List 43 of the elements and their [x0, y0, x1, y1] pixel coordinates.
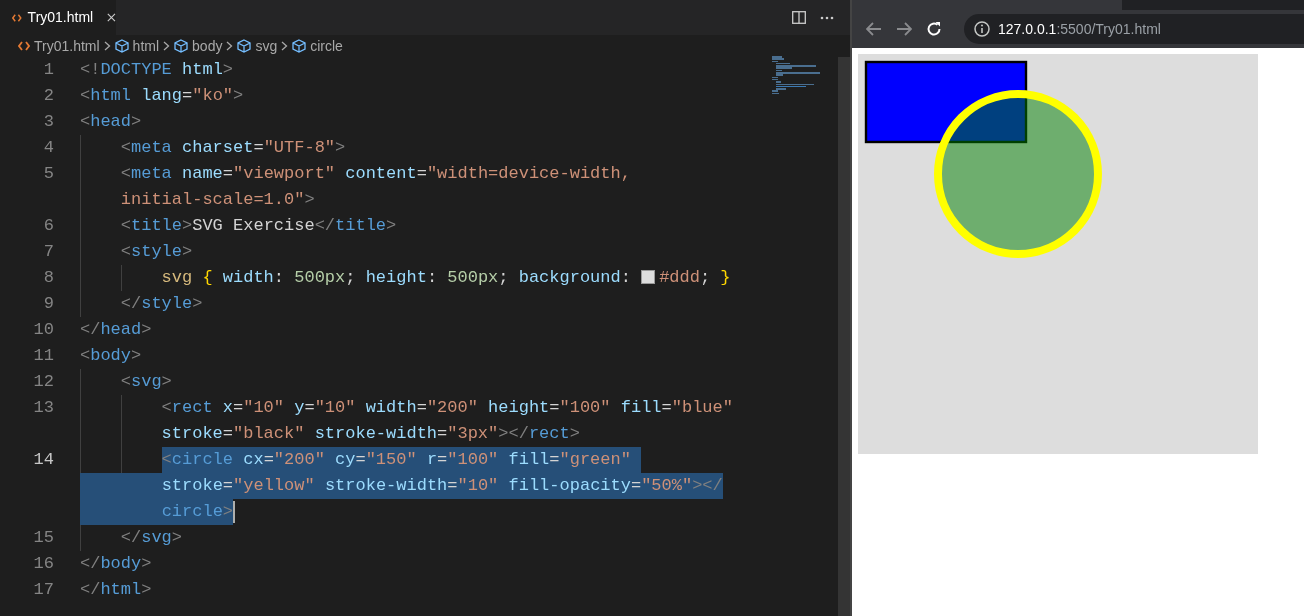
line-number: 6: [43, 216, 54, 236]
code-line: </svg>: [120, 527, 182, 549]
code-line: initial-scale=1.0">: [120, 189, 315, 211]
breadcrumb-item[interactable]: svg: [255, 35, 278, 57]
breadcrumb-item[interactable]: circle: [310, 35, 343, 57]
code-line: <title>SVG Exercise</title>: [120, 215, 397, 237]
code-line: <meta charset="UTF-8">: [120, 137, 346, 159]
url-text: 127.0.0.1:5500/Try01.html: [998, 19, 1161, 39]
breadcrumb-item[interactable]: body: [192, 35, 223, 57]
line-number: 17: [33, 580, 54, 600]
line-number: 9: [43, 294, 54, 314]
line-number: 3: [43, 112, 54, 132]
code-line: <html lang="ko">: [80, 85, 244, 107]
line-number: 7: [43, 242, 54, 262]
line-number: 5: [43, 164, 54, 184]
line-number: 1: [43, 60, 54, 80]
code-line: <rect x="10" y="10" width="200" height="100" fill="blue": [161, 397, 733, 419]
line-number: 16: [33, 554, 54, 574]
code-line: <body>: [80, 345, 142, 367]
code-line: <meta name="viewport" content="width=device-width,: [120, 163, 631, 185]
code-line: svg { width: 500px; height: 500px; background: #ddd; }: [161, 267, 731, 289]
code-line: <!DOCTYPE html>: [80, 59, 234, 81]
line-number: 11: [33, 346, 54, 366]
line-number: 12: [33, 372, 54, 392]
line-number: 13: [33, 398, 54, 418]
line-number: 10: [33, 320, 54, 340]
code-line: <style>: [120, 241, 193, 263]
breadcrumb-item[interactable]: html: [132, 35, 160, 57]
address-bar[interactable]: 127.0.0.1:5500/Try01.html: [964, 14, 1304, 44]
line-number: 8: [43, 268, 54, 288]
line-number: 15: [33, 528, 54, 548]
line-number: 4: [43, 138, 54, 158]
code-line: </body>: [80, 553, 152, 575]
code-line: <head>: [80, 111, 142, 133]
code-line: </style>: [120, 293, 203, 315]
editor-tab[interactable]: Try01.html: [0, 0, 116, 35]
breadcrumb-item[interactable]: Try01.html: [34, 35, 100, 57]
line-number: 14: [33, 450, 54, 470]
code-line: </html>: [80, 579, 152, 601]
line-number: 2: [43, 86, 54, 106]
code-line: </head>: [80, 319, 152, 341]
code-line: <svg>: [120, 371, 172, 393]
code-line: stroke="black" stroke-width="3px"></rect>: [161, 423, 580, 445]
